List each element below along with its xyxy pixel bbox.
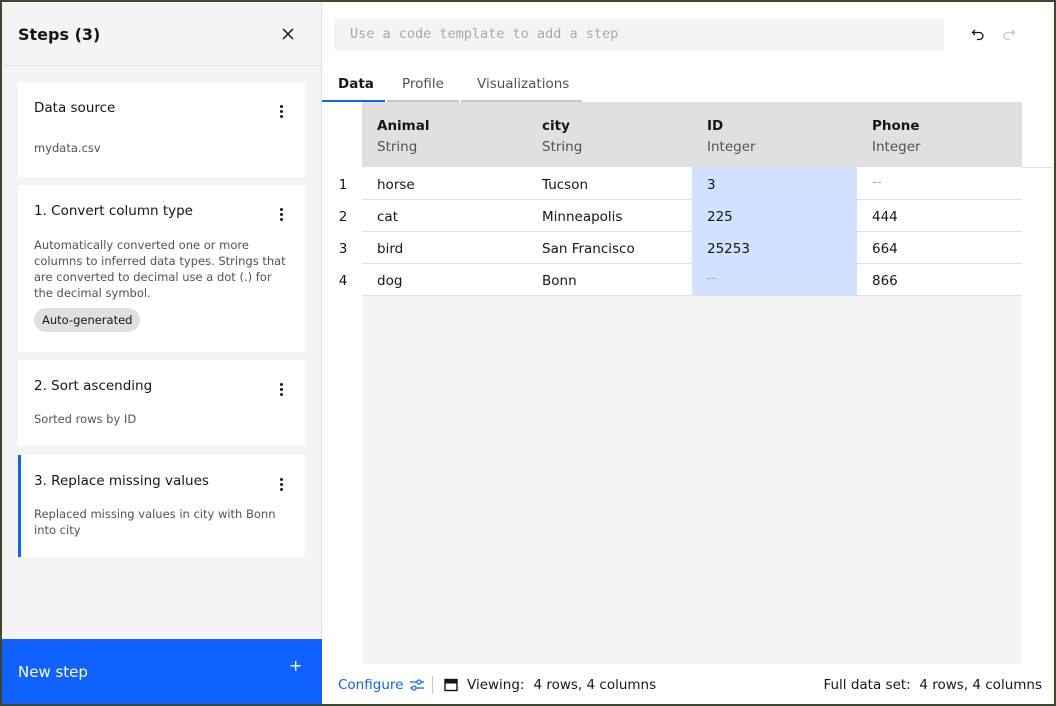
settings-sliders-icon xyxy=(410,679,425,691)
configure-button[interactable]: Configure xyxy=(338,677,425,693)
tab-label: Profile xyxy=(402,76,444,92)
close-icon xyxy=(282,28,294,40)
table-cell[interactable]: 225 xyxy=(707,209,733,225)
table-cell[interactable]: 25253 xyxy=(707,241,750,257)
code-template-search-input[interactable] xyxy=(334,18,944,50)
overflow-menu-icon[interactable] xyxy=(273,476,289,492)
step-card-convert-column-type[interactable]: 1. Convert column type Automatically con… xyxy=(18,185,305,352)
app-window: Steps (3) Data source mydata.csv 1. Conv… xyxy=(2,2,1054,704)
configure-label: Configure xyxy=(338,677,404,693)
step-card-description: mydata.csv xyxy=(34,141,101,155)
table-cell[interactable]: San Francisco xyxy=(542,241,635,257)
tab-profile[interactable]: Profile xyxy=(387,68,459,102)
tab-label: Visualizations xyxy=(477,76,570,92)
new-step-button[interactable]: New step + xyxy=(2,639,322,704)
overflow-menu-icon[interactable] xyxy=(273,206,289,222)
full-data-set-value: 4 rows, 4 columns xyxy=(919,677,1042,693)
column-name: Phone xyxy=(872,118,920,134)
table-cell[interactable]: 866 xyxy=(872,273,898,289)
steps-panel: Steps (3) Data source mydata.csv 1. Conv… xyxy=(2,2,322,704)
redo-button[interactable] xyxy=(1002,26,1020,44)
step-card-sort-ascending[interactable]: 2. Sort ascending Sorted rows by ID xyxy=(18,360,305,446)
new-step-label: New step xyxy=(18,663,88,681)
viewing-status: Viewing: 4 rows, 4 columns xyxy=(444,677,656,693)
table-cell[interactable]: cat xyxy=(377,209,398,225)
step-card-description: Sorted rows by ID xyxy=(34,412,137,426)
tab-label: Data xyxy=(338,76,374,92)
step-card-title: 2. Sort ascending xyxy=(34,378,153,394)
table-cell[interactable]: 444 xyxy=(872,209,898,225)
column-name: city xyxy=(542,118,570,134)
column-name: ID xyxy=(707,118,724,134)
steps-header: Steps (3) xyxy=(2,2,321,66)
step-card-title: 3. Replace missing values xyxy=(34,473,209,489)
full-data-set-status: Full data set: 4 rows, 4 columns xyxy=(823,677,1042,693)
table-cell[interactable]: bird xyxy=(377,241,403,257)
column-type: String xyxy=(377,139,418,155)
column-type: Integer xyxy=(707,139,756,155)
table-header-row: Animal String city String ID Integer Pho… xyxy=(362,102,1022,167)
undo-button[interactable] xyxy=(971,26,989,44)
table-cell[interactable]: Minneapolis xyxy=(542,209,622,225)
table-cell[interactable]: 664 xyxy=(872,241,898,257)
step-card-data-source[interactable]: Data source mydata.csv xyxy=(18,82,305,177)
divider xyxy=(362,263,1022,264)
undo-icon xyxy=(971,29,984,41)
redo-icon xyxy=(1003,29,1016,41)
column-type: Integer xyxy=(872,139,921,155)
table-cell[interactable]: -- xyxy=(707,270,717,286)
column-type: String xyxy=(542,139,583,155)
row-number: 1 xyxy=(338,177,348,193)
tab-visualizations[interactable]: Visualizations xyxy=(461,68,582,102)
step-card-description: Replaced missing values in city with Bon… xyxy=(34,507,276,537)
divider xyxy=(362,231,1022,232)
plus-icon: + xyxy=(289,656,303,675)
overflow-menu-icon[interactable] xyxy=(273,103,289,119)
viewing-value: 4 rows, 4 columns xyxy=(533,677,657,693)
step-card-title: 1. Convert column type xyxy=(34,203,193,219)
table-view-icon xyxy=(444,678,458,692)
tab-data[interactable]: Data xyxy=(322,68,385,102)
full-data-set-label: Full data set: xyxy=(823,677,911,693)
divider xyxy=(432,676,433,694)
row-number: 2 xyxy=(338,209,348,225)
table-cell[interactable]: horse xyxy=(377,177,415,193)
step-card-description: Automatically converted one or more colu… xyxy=(34,238,286,300)
row-number: 3 xyxy=(338,241,348,257)
steps-title: Steps (3) xyxy=(18,25,101,44)
divider xyxy=(362,199,1022,200)
table-cell[interactable]: -- xyxy=(872,174,882,190)
status-footer: Configure Viewing: 4 rows, 4 columns Ful… xyxy=(322,666,1054,704)
column-name: Animal xyxy=(377,118,430,134)
table-cell[interactable]: Tucson xyxy=(542,177,588,193)
table-cell[interactable]: dog xyxy=(377,273,402,289)
step-card-replace-missing-values[interactable]: 3. Replace missing values Replaced missi… xyxy=(18,455,305,557)
divider xyxy=(1022,167,1054,168)
table-cell[interactable]: Bonn xyxy=(542,273,577,289)
close-button[interactable] xyxy=(278,24,298,44)
overflow-menu-icon[interactable] xyxy=(273,381,289,397)
step-card-title: Data source xyxy=(34,100,116,116)
auto-generated-tag: Auto-generated xyxy=(34,308,141,332)
viewing-label: Viewing: xyxy=(467,677,525,693)
divider xyxy=(362,295,1022,296)
table-cell[interactable]: 3 xyxy=(707,177,716,193)
row-number: 4 xyxy=(338,273,348,289)
